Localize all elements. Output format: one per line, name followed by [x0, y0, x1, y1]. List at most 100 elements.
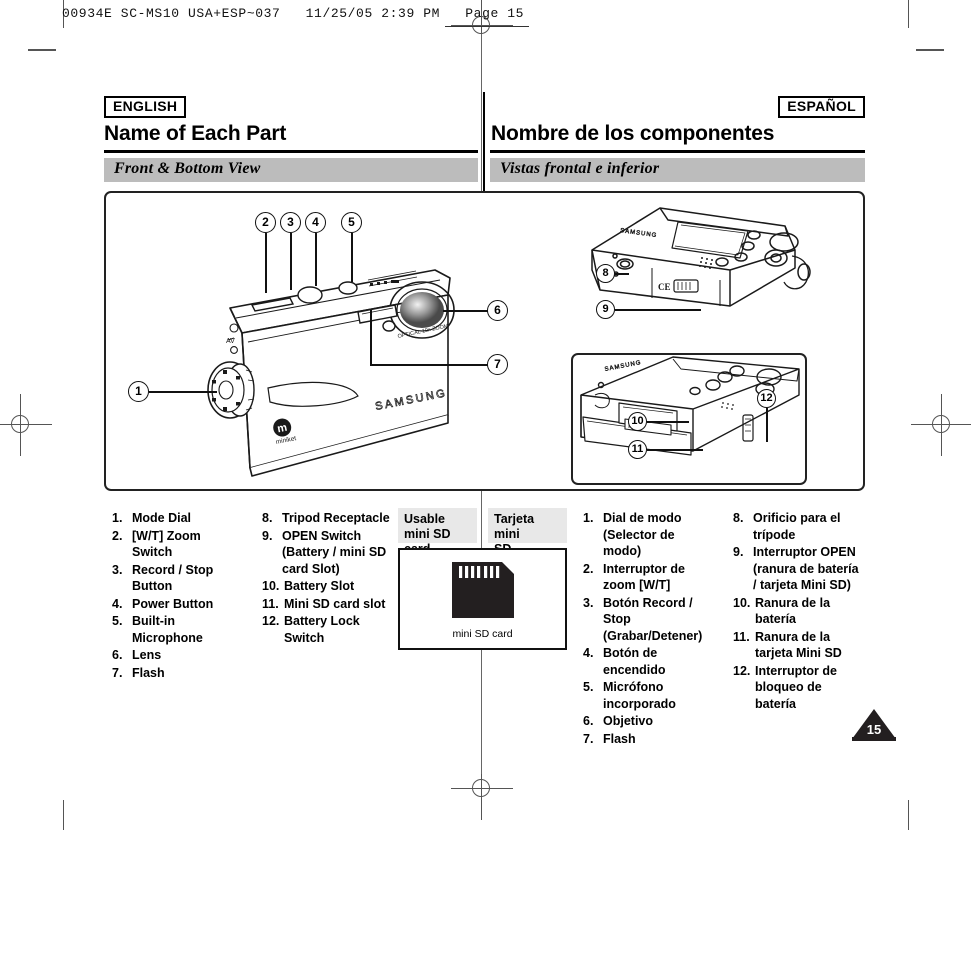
crop-mark-tr-h	[916, 49, 944, 51]
list-item: 6. Objetivo	[583, 713, 701, 730]
part-label: Botón de encendido	[603, 646, 666, 677]
title-rule-english	[104, 150, 478, 153]
callout-7-leader-v	[370, 310, 372, 366]
part-number: 4.	[112, 596, 123, 611]
parts-list-spanish-col2: 8. Orificio para el trípode 9. Interruptor…	[733, 510, 865, 713]
svg-text:SAMSUNG: SAMSUNG	[604, 360, 642, 373]
part-label: Battery Lock Switch	[284, 614, 360, 645]
callout-12-leader	[766, 408, 768, 442]
part-label: Botón Record / Stop (Grabar/Detener)	[603, 595, 703, 643]
crop-mark-br-v	[908, 800, 909, 830]
part-label: Record / Stop Button	[132, 562, 214, 594]
list-item: 9. OPEN Switch (Battery / mini SD card Sl…	[262, 528, 390, 578]
sd-card-tab-spanish: Tarjeta mini SD utilizable	[488, 508, 567, 571]
list-item: 5. Micrófono incorporado	[583, 679, 701, 712]
list-item: 11. Ranura de la tarjeta Mini SD	[733, 629, 865, 662]
list-item: 8. Tripod Receptacle	[262, 510, 390, 527]
sd-card-image-box: mini SD card	[398, 548, 567, 650]
part-label: Flash	[603, 731, 636, 746]
part-label: Interruptor OPEN (ranura de batería / ta…	[753, 545, 859, 592]
part-number: 11.	[262, 596, 279, 611]
part-number: 5.	[583, 680, 594, 694]
callout-10-leader	[647, 421, 689, 423]
callout-2-leader	[265, 233, 267, 293]
callout-6: 6	[487, 300, 508, 321]
part-label: Built-in Microphone	[132, 614, 203, 645]
callout-5-leader	[351, 233, 353, 282]
part-label: Tripod Receptacle	[282, 511, 390, 525]
callout-10: 10	[628, 412, 647, 431]
callout-2: 2	[255, 212, 276, 233]
sd-card-caption: mini SD card	[452, 628, 513, 640]
part-label: OPEN Switch (Battery / mini SD card Slot…	[282, 528, 387, 576]
part-number: 8.	[733, 511, 744, 525]
camera-front-illustration: AV OPTICAL 10x ZOOM SAMSUNG m miniket	[207, 269, 455, 477]
part-number: 3.	[583, 595, 594, 610]
list-item: 2. Interruptor de zoom [W/T]	[583, 561, 701, 594]
crop-mark-bl-v	[63, 800, 64, 830]
part-number: 7.	[583, 731, 594, 746]
crop-mark-tr-v	[908, 0, 909, 28]
part-number: 3.	[112, 562, 123, 577]
list-item: 10. Ranura de la batería	[733, 595, 865, 628]
part-label: Flash	[132, 665, 165, 680]
page-title-spanish: Nombre de los componentes	[491, 122, 775, 145]
part-number: 9.	[262, 528, 273, 543]
part-label: Orificio para el trípode	[753, 511, 841, 542]
callout-3: 3	[280, 212, 301, 233]
language-label-spanish: ESPAÑOL	[778, 96, 865, 119]
callout-7: 7	[487, 354, 508, 375]
part-label: Micrófono incorporado	[603, 680, 676, 711]
part-number: 6.	[112, 648, 123, 662]
part-label: Interruptor de bloqueo de batería	[755, 663, 837, 711]
callout-5: 5	[341, 212, 362, 233]
parts-list-spanish-col1: 1. Dial de modo (Selector de modo) 2. Inte…	[583, 510, 703, 748]
part-label: Lens	[132, 648, 162, 662]
callout-1: 1	[128, 381, 149, 402]
part-number: 12.	[733, 663, 751, 678]
part-number: 6.	[583, 714, 594, 728]
section-title-spanish: Vistas frontal e inferior	[500, 160, 660, 177]
list-item: 2. [W/T] Zoom Switch	[112, 528, 232, 561]
parts-list-english-col1: 1. Mode Dial 2. [W/T] Zoom Switch 3. Record…	[112, 510, 232, 682]
language-label-english: ENGLISH	[104, 96, 187, 119]
crop-mark-tl-h	[28, 49, 56, 51]
mini-sd-card-icon	[451, 562, 514, 618]
list-item: 9. Interruptor OPEN (ranura de batería / …	[733, 544, 865, 594]
list-item: 5. Built-in Microphone	[112, 613, 232, 646]
part-number: 9.	[733, 545, 744, 559]
part-number: 7.	[112, 665, 123, 680]
part-label: Mode Dial	[132, 511, 192, 525]
part-number: 1.	[112, 511, 123, 525]
list-item: 8. Orificio para el trípode	[733, 510, 865, 543]
section-band-english: Front & Bottom View	[104, 158, 478, 182]
part-label: Interruptor de zoom [W/T]	[603, 561, 685, 593]
callout-8-leader	[615, 273, 629, 275]
page-number-badge: 15	[852, 709, 896, 743]
part-number: 1.	[583, 511, 594, 525]
list-item: 3. Record / Stop Button	[112, 562, 232, 595]
part-number: 8.	[262, 511, 273, 525]
registration-mark-left	[0, 394, 52, 456]
part-number: 2.	[583, 561, 594, 576]
part-label: Power Button	[132, 596, 214, 611]
list-item: 7. Flash	[112, 665, 232, 682]
part-label: Objetivo	[603, 714, 654, 728]
callout-4-leader	[315, 233, 317, 286]
callout-9: 9	[596, 300, 615, 319]
list-item: 4. Botón de encendido	[583, 645, 701, 678]
title-rule-spanish	[490, 150, 865, 153]
sd-tab-en-line1: Usable	[404, 512, 445, 526]
list-item: 6. Lens	[112, 647, 232, 664]
part-label: Dial de modo (Selector de modo)	[603, 511, 682, 558]
part-label: [W/T] Zoom Switch	[132, 528, 201, 560]
column-divider	[483, 92, 485, 192]
callout-6-leader	[443, 310, 488, 312]
scan-header-underline	[445, 26, 529, 27]
svg-text:CE: CE	[658, 282, 671, 292]
callout-1-leader	[149, 391, 217, 393]
list-item: 4. Power Button	[112, 596, 232, 613]
sd-tab-es-line1: Tarjeta mini	[494, 512, 535, 541]
part-label: Ranura de la tarjeta Mini SD	[755, 629, 842, 661]
scan-header-text: 00934E SC-MS10 USA+ESP~037 11/25/05 2:39…	[62, 6, 525, 21]
